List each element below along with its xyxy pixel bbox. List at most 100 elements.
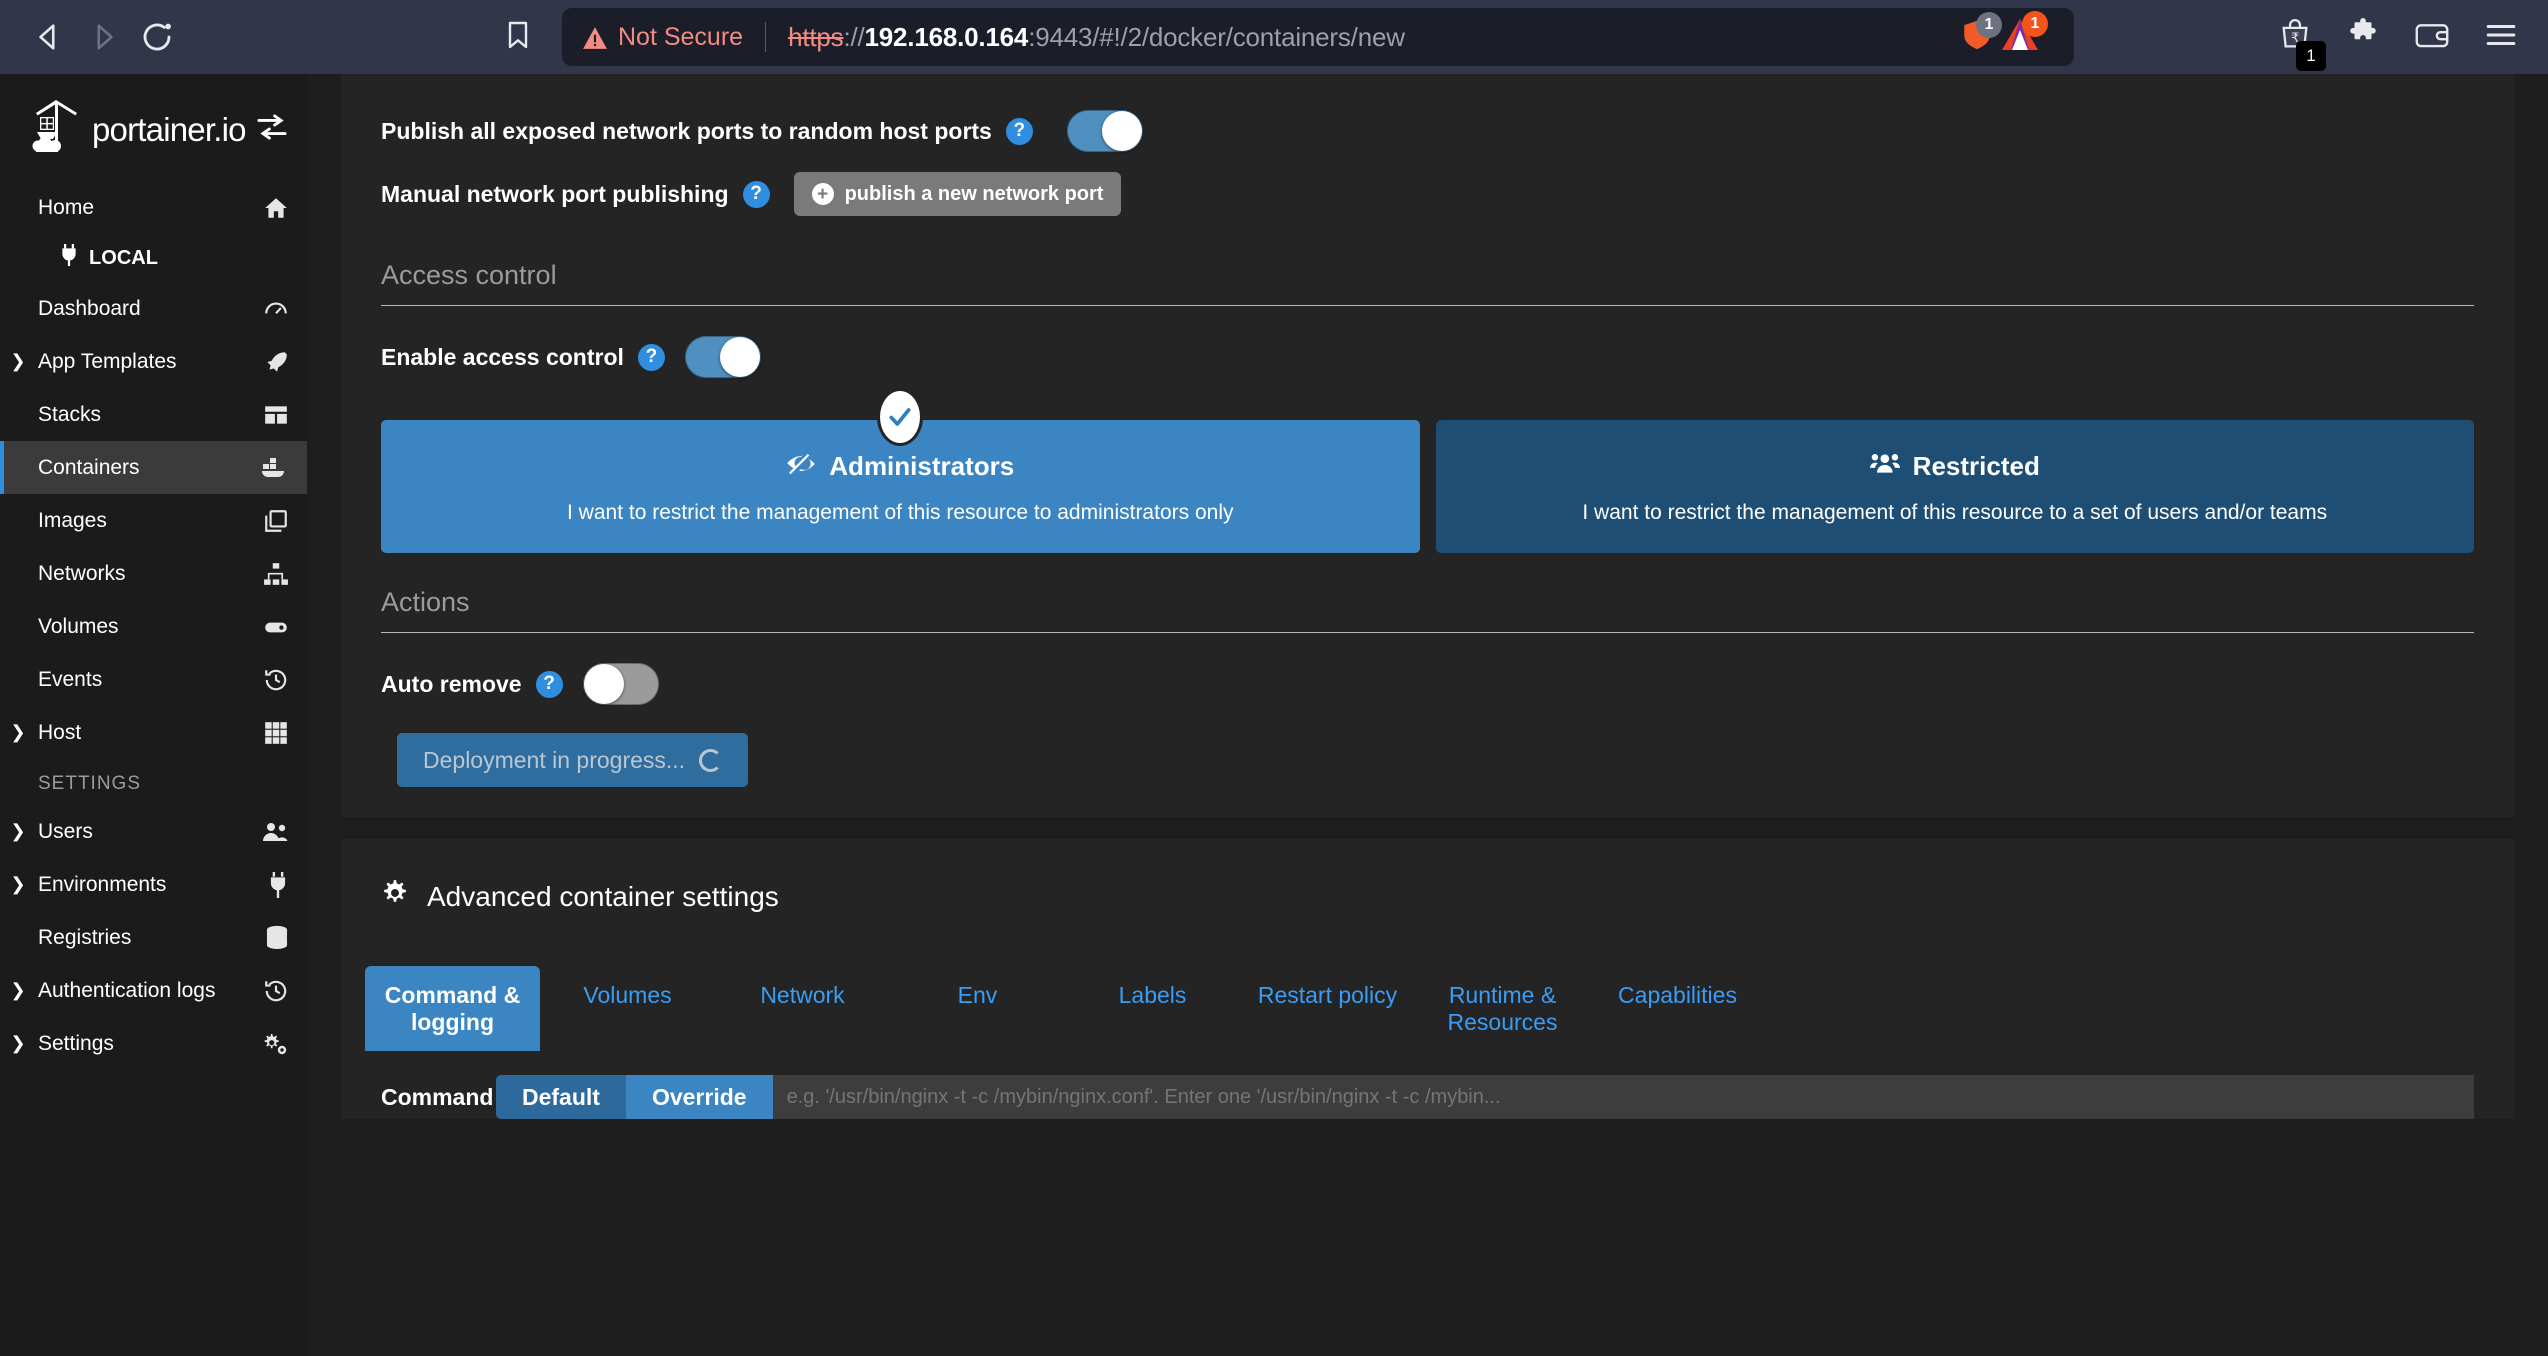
sidebar-item-label: Volumes [38, 614, 119, 638]
access-control-card-description: I want to restrict the management of thi… [567, 501, 1234, 524]
deploy-container-button[interactable]: Deployment in progress... [397, 733, 749, 788]
database-icon [255, 925, 289, 951]
enable-access-control-toggle[interactable] [684, 336, 761, 378]
rupee-shopping-button[interactable]: ₹ 1 [2278, 18, 2326, 71]
browser-menu-button[interactable] [2484, 20, 2518, 55]
sidebar-item-stacks[interactable]: Stacks [0, 388, 307, 441]
local-label: LOCAL [89, 246, 158, 269]
back-arrow-icon [32, 20, 66, 54]
command-row: Command Default Override [341, 1075, 2514, 1120]
tab-labels[interactable]: Labels [1065, 966, 1240, 1024]
sidebar-section-settings: SETTINGS [38, 773, 142, 794]
sidebar-item-events[interactable]: Events [0, 653, 307, 706]
tab-capabilities[interactable]: Capabilities [1590, 966, 1765, 1024]
wallet-button[interactable] [2414, 19, 2450, 56]
not-secure-label: Not Secure [618, 22, 744, 51]
access-control-card-restricted[interactable]: Restricted I want to restrict the manage… [1435, 420, 2474, 554]
auto-remove-row: Auto remove ? [381, 641, 2474, 715]
sidebar-logo[interactable]: portainer.io [0, 84, 307, 181]
plug-icon [59, 244, 79, 272]
volumes-icon [255, 615, 289, 639]
url-text: https://192.168.0.164:9443/#!/2/docker/c… [788, 22, 1405, 53]
sidebar-item-environments[interactable]: ❯ Environments [0, 858, 307, 911]
reload-icon [139, 19, 175, 55]
advanced-settings-title: Advanced container settings [427, 880, 779, 912]
advanced-settings-tabs: Command & logging Volumes Network Env La… [341, 966, 2514, 1052]
hamburger-menu-icon [2484, 20, 2518, 55]
bookmark-button[interactable] [492, 11, 544, 63]
deploy-button-label: Deployment in progress... [423, 746, 686, 773]
url-separator: :// [843, 21, 865, 52]
access-control-card-title: Restricted [1458, 450, 2453, 483]
access-control-card-administrators[interactable]: Administrators I want to restrict the ma… [381, 391, 1420, 554]
gauge-icon [255, 296, 289, 322]
tab-runtime-and-resources[interactable]: Runtime & Resources [1415, 966, 1590, 1051]
sidebar-item-app-templates[interactable]: ❯ App Templates [0, 335, 307, 388]
help-icon[interactable]: ? [637, 343, 665, 371]
container-settings-panel: Publish all exposed network ports to ran… [341, 74, 2514, 818]
help-icon[interactable]: ? [535, 670, 563, 698]
command-input[interactable] [772, 1075, 2474, 1120]
sidebar-item-registries[interactable]: Registries [0, 911, 307, 964]
sidebar-item-label: Authentication logs [38, 978, 216, 1002]
brave-badge: 1 [2022, 10, 2048, 37]
tab-command-and-logging[interactable]: Command & logging [365, 966, 540, 1052]
sidebar-item-host[interactable]: ❯ Host [0, 706, 307, 759]
help-icon[interactable]: ? [742, 180, 770, 208]
not-secure-indicator[interactable]: Not Secure [582, 23, 743, 52]
extensions-button[interactable] [2346, 17, 2380, 57]
images-icon [255, 508, 289, 534]
help-icon[interactable]: ? [1005, 117, 1033, 145]
access-control-heading: Access control [381, 226, 2474, 306]
sidebar-item-label: App Templates [38, 349, 177, 373]
sidebar-item-label: Home [38, 195, 95, 219]
plus-icon: + [811, 183, 834, 205]
forward-button[interactable] [76, 10, 130, 64]
gears-icon [255, 1031, 289, 1057]
tab-env[interactable]: Env [890, 966, 1065, 1024]
brave-rewards-button[interactable]: 1 [2000, 10, 2048, 58]
publish-all-ports-row: Publish all exposed network ports to ran… [381, 74, 2474, 162]
advanced-container-settings-panel: Advanced container settings Command & lo… [341, 839, 2514, 1120]
address-bar[interactable]: Not Secure https://192.168.0.164:9443/#!… [562, 8, 2074, 66]
publish-all-ports-toggle[interactable] [1066, 110, 1143, 152]
brave-shield-group[interactable]: 1 1 [1954, 8, 2054, 66]
sidebar-item-volumes[interactable]: Volumes [0, 600, 307, 653]
sidebar-item-dashboard[interactable]: Dashboard [0, 282, 307, 335]
sidebar-item-label: Host [38, 720, 82, 744]
stacks-icon [255, 402, 289, 428]
sidebar-item-users[interactable]: ❯ Users [0, 805, 307, 858]
sidebar-item-home[interactable]: Home [0, 181, 307, 234]
shield-button[interactable]: 1 [1960, 11, 2002, 57]
sidebar-item-networks[interactable]: Networks [0, 547, 307, 600]
sidebar-item-images[interactable]: Images [0, 494, 307, 547]
tab-network[interactable]: Network [715, 966, 890, 1024]
url-path: :9443/#!/2/docker/containers/new [1028, 21, 1405, 52]
chevron-right-icon: ❯ [10, 722, 26, 742]
tab-restart-policy[interactable]: Restart policy [1240, 966, 1415, 1024]
chevron-right-icon: ❯ [10, 874, 26, 894]
manual-port-publishing-row: Manual network port publishing ? + publi… [381, 162, 2474, 226]
publish-new-network-port-button[interactable]: + publish a new network port [793, 172, 1122, 216]
sidebar-item-authentication-logs[interactable]: ❯ Authentication logs [0, 964, 307, 1017]
advanced-settings-title-row: Advanced container settings [341, 879, 2514, 914]
history-icon [255, 667, 289, 693]
reload-button[interactable] [130, 10, 184, 64]
access-control-card-description: I want to restrict the management of thi… [1582, 501, 2328, 524]
sidebar-item-label: Stacks [38, 402, 102, 426]
sidebar-item-containers[interactable]: Containers [0, 441, 307, 494]
sidebar-item-settings[interactable]: ❯ Settings [0, 1017, 307, 1070]
command-mode-override[interactable]: Override [625, 1075, 773, 1120]
toggle-knob [583, 664, 624, 705]
wallet-badge: 1 [2296, 40, 2326, 71]
tab-volumes[interactable]: Volumes [540, 966, 715, 1024]
eye-slash-icon [786, 450, 816, 483]
sidebar-collapse-toggle-icon[interactable] [255, 112, 289, 147]
auto-remove-toggle[interactable] [582, 663, 659, 706]
warning-triangle-icon [582, 26, 607, 49]
gear-icon [381, 879, 409, 914]
publish-new-network-port-label: publish a new network port [844, 182, 1104, 205]
command-mode-default[interactable]: Default [496, 1075, 626, 1120]
shield-badge: 1 [1976, 11, 2002, 38]
back-button[interactable] [22, 10, 76, 64]
